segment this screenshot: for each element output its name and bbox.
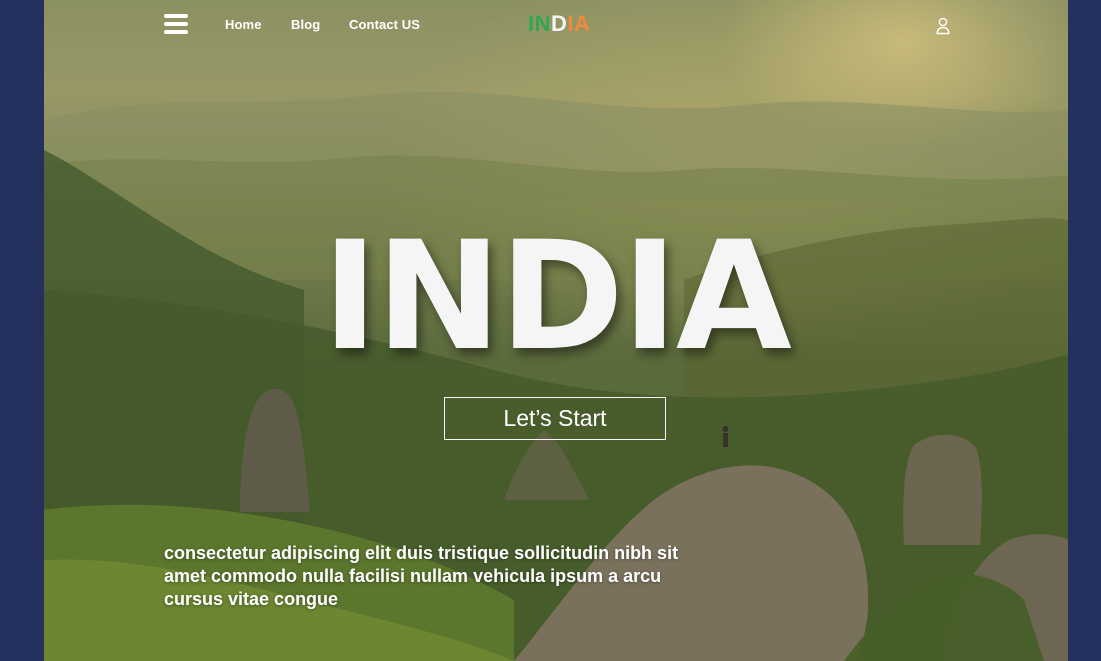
hero-tagline: consectetur adipiscing elit duis tristiq… [164, 543, 679, 609]
hamburger-menu-icon[interactable] [164, 13, 188, 34]
nav-link-contact[interactable]: Contact US [349, 17, 420, 32]
logo-part-orange: IA [567, 11, 591, 36]
site-logo[interactable]: INDIA [528, 11, 590, 37]
logo-part-white: D [551, 11, 568, 36]
logo-part-green: IN [528, 11, 551, 36]
lets-start-button[interactable]: Let’s Start [444, 397, 666, 440]
nav-link-blog[interactable]: Blog [291, 17, 320, 32]
hero-title: INDIA [322, 210, 792, 384]
hero-section: Home Blog Contact US INDIA INDIA Let’s S… [44, 0, 1068, 661]
top-navigation: Home Blog Contact US INDIA [44, 0, 1068, 52]
user-icon[interactable] [936, 17, 950, 35]
nav-link-home[interactable]: Home [225, 17, 262, 32]
